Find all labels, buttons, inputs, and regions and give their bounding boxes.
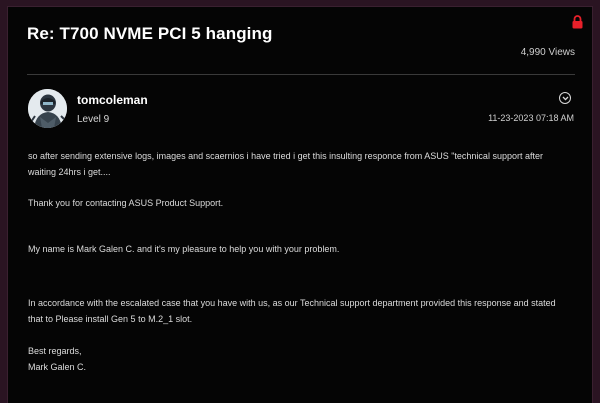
- author-rank: Level 9: [77, 114, 110, 125]
- lock-icon: [571, 15, 584, 29]
- avatar[interactable]: [28, 89, 67, 128]
- post-body: so after sending extensive logs, images …: [28, 148, 572, 375]
- thread-title: Re: T700 NVME PCI 5 hanging: [27, 24, 273, 43]
- post-paragraph: My name is Mark Galen C. and it's my ple…: [28, 244, 340, 254]
- post-options-button[interactable]: [559, 92, 571, 104]
- divider: [27, 74, 575, 75]
- post-date-time: 07:18 AM: [535, 113, 574, 123]
- author-name[interactable]: tomcoleman: [77, 93, 148, 107]
- post-paragraph: so after sending extensive logs, images …: [28, 151, 543, 177]
- view-count: 4,990 Views: [520, 47, 575, 58]
- chevron-down-icon: [562, 96, 569, 101]
- post-date: 11-23-2023 07:18 AM: [488, 113, 574, 123]
- post-paragraph: In accordance with the escalated case th…: [28, 298, 556, 324]
- post-paragraph: Best regards,: [28, 346, 82, 356]
- message-container: Re: T700 NVME PCI 5 hanging 4,990 Views …: [7, 6, 593, 403]
- post-paragraph: Thank you for contacting ASUS Product Su…: [28, 198, 224, 208]
- post-date-day: 11-23-2023: [488, 113, 534, 123]
- post-paragraph: Mark Galen C.: [28, 362, 87, 372]
